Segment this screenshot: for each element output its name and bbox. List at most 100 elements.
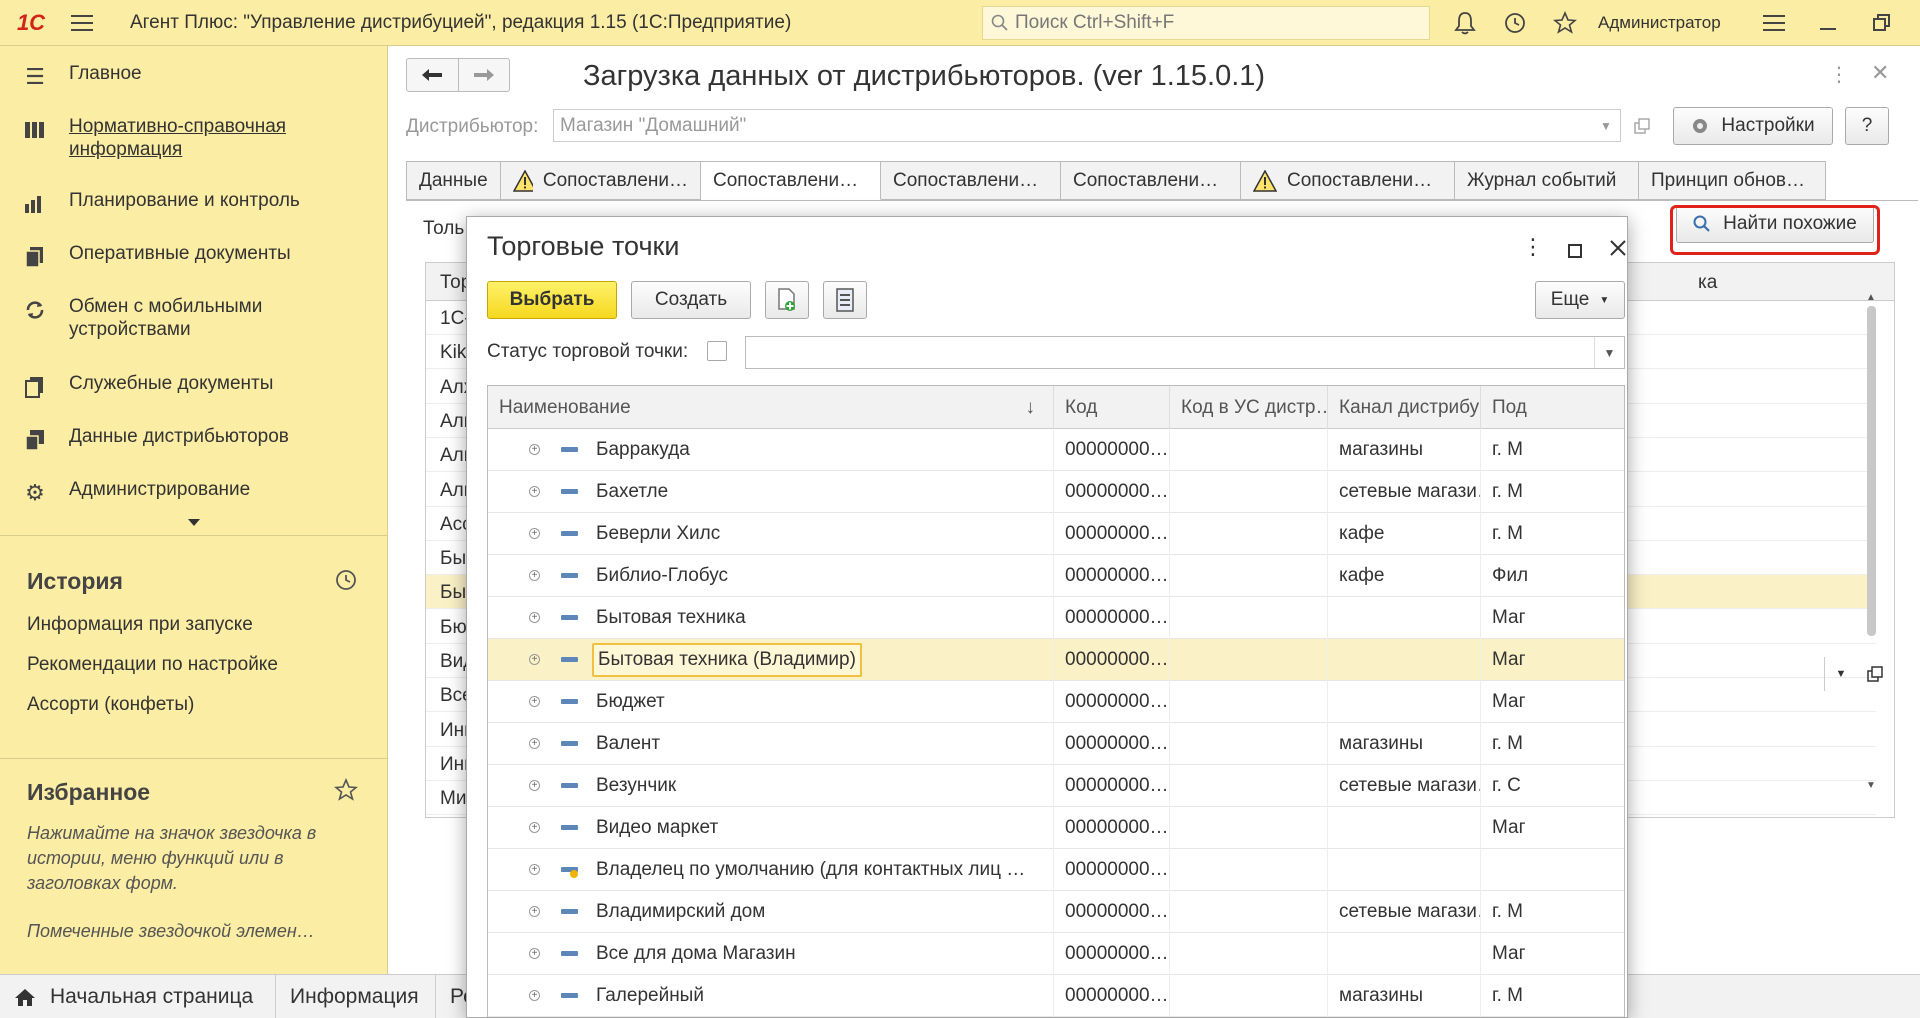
- minimize-button[interactable]: [1801, 0, 1855, 46]
- dropdown-arrow-icon[interactable]: ▼: [1594, 337, 1624, 368]
- table-row[interactable]: + Барракуда 00000000… магазины г. М: [488, 429, 1624, 471]
- expand-icon[interactable]: +: [529, 822, 540, 833]
- expand-icon[interactable]: +: [529, 444, 540, 455]
- expand-icon[interactable]: +: [529, 864, 540, 875]
- form-more-icon[interactable]: ⋮: [1829, 62, 1849, 87]
- table-row[interactable]: + Библио-Глобус 00000000… кафе Фил: [488, 555, 1624, 597]
- history-link[interactable]: Рекомендации по настройке: [27, 654, 278, 676]
- cell-sub: г. С: [1481, 765, 1624, 807]
- sidebar-item-distributor-data[interactable]: Данные дистрибьюторов: [0, 425, 289, 453]
- table-row[interactable]: + Владимирский дом 00000000… сетевые магази…: [488, 891, 1624, 933]
- main-menu-button[interactable]: [62, 0, 102, 46]
- table-row[interactable]: + Все для дома Магазин 00000000… Маг: [488, 933, 1624, 975]
- history-link[interactable]: Ассорти (конфеты): [27, 694, 194, 716]
- history-button[interactable]: [1490, 0, 1540, 46]
- col-header-sub[interactable]: Под: [1481, 386, 1624, 429]
- table-row[interactable]: + Бытовая техника 00000000… Маг: [488, 597, 1624, 639]
- cell-name: Библио-Глобус: [596, 565, 729, 586]
- tab-mapping-3[interactable]: Сопоставлени…: [881, 161, 1061, 200]
- scroll-down-icon[interactable]: ▼: [1859, 780, 1883, 791]
- back-button[interactable]: [407, 59, 458, 91]
- expand-icon[interactable]: +: [529, 780, 540, 791]
- help-button[interactable]: ?: [1845, 107, 1889, 145]
- expand-icon[interactable]: +: [529, 990, 540, 1001]
- sidebar-item-label: Нормативно-справочная информация: [69, 116, 287, 160]
- tab-mapping-5[interactable]: Сопоставлени…: [1241, 161, 1455, 200]
- table-row[interactable]: + Везунчик 00000000… сетевые магази… г. С: [488, 765, 1624, 807]
- distributor-field[interactable]: Магазин "Домашний" ▼: [553, 109, 1621, 142]
- dropdown-arrow-icon[interactable]: ▼: [1836, 668, 1847, 680]
- table-row[interactable]: + Беверли Хилс 00000000… кафе г. М: [488, 513, 1624, 555]
- sidebar-item-planning[interactable]: Планирование и контроль: [0, 189, 300, 217]
- tab-home-page[interactable]: Начальная страница: [0, 974, 276, 1018]
- expand-icon[interactable]: +: [529, 612, 540, 623]
- col-header-name[interactable]: Наименование ↓: [488, 386, 1054, 429]
- maximize-icon[interactable]: [1567, 239, 1583, 265]
- sidebar-item-operational[interactable]: Оперативные документы: [0, 242, 291, 270]
- table-row[interactable]: + Галерейный 00000000… магазины г. М: [488, 975, 1624, 1017]
- more-icon[interactable]: ⋮: [1522, 234, 1544, 260]
- sidebar-item-mobile-exchange[interactable]: Обмен с мобильными устройствами: [0, 295, 309, 341]
- status-filter-field[interactable]: ▼: [745, 336, 1625, 369]
- tab-data[interactable]: Данные: [406, 161, 501, 200]
- expand-icon[interactable]: +: [529, 486, 540, 497]
- table-row[interactable]: + Бытовая техника (Владимир) 00000000… Маг: [488, 639, 1624, 681]
- global-search-input[interactable]: Поиск Ctrl+Shift+F: [982, 6, 1430, 40]
- expand-icon[interactable]: +: [529, 654, 540, 665]
- create-copy-icon: [778, 288, 795, 311]
- scroll-up-icon[interactable]: ▲: [1859, 292, 1883, 303]
- table-row[interactable]: + Валент 00000000… магазины г. М: [488, 723, 1624, 765]
- close-window-button[interactable]: [1909, 0, 1920, 46]
- restore-button[interactable]: [1855, 0, 1909, 46]
- tab-mapping-1[interactable]: Сопоставлени…: [501, 161, 701, 200]
- cell-channel: [1328, 681, 1481, 723]
- tab-mapping-2[interactable]: Сопоставлени…: [701, 161, 881, 200]
- settings-menu-button[interactable]: [1747, 0, 1801, 46]
- table-row[interactable]: + Владелец по умолчанию (для контактных л…: [488, 849, 1624, 891]
- sidebar-item-service-docs[interactable]: Служебные документы: [0, 372, 273, 400]
- expand-icon[interactable]: +: [529, 906, 540, 917]
- notifications-button[interactable]: [1440, 0, 1490, 46]
- sidebar-more-button[interactable]: [0, 510, 388, 536]
- sidebar-item-reference[interactable]: Нормативно-справочная информация: [0, 115, 329, 161]
- status-filter-checkbox[interactable]: [707, 341, 727, 361]
- expand-icon[interactable]: +: [529, 738, 540, 749]
- form-close-icon[interactable]: ✕: [1871, 60, 1889, 86]
- table-row[interactable]: + Бюджет 00000000… Маг: [488, 681, 1624, 723]
- copy-button[interactable]: [765, 281, 809, 319]
- table-row[interactable]: + Видео маркет 00000000… Маг: [488, 807, 1624, 849]
- favorites-button[interactable]: [1540, 0, 1590, 46]
- history-clock-icon[interactable]: [334, 568, 358, 598]
- star-icon[interactable]: [333, 777, 359, 808]
- forward-button[interactable]: [457, 59, 509, 91]
- tab-update-principle[interactable]: Принцип обнов…: [1639, 161, 1826, 200]
- current-user[interactable]: Администратор: [1598, 13, 1721, 33]
- cell-sub: г. М: [1481, 891, 1624, 933]
- tab-mapping-4[interactable]: Сопоставлени…: [1061, 161, 1241, 200]
- expand-icon[interactable]: +: [529, 696, 540, 707]
- settings-button[interactable]: Настройки: [1673, 107, 1833, 145]
- col-header-us-code[interactable]: Код в УС дистр…: [1170, 386, 1328, 429]
- more-actions-button[interactable]: Еще ▼: [1535, 281, 1625, 319]
- col-header-channel[interactable]: Канал дистрибу…: [1328, 386, 1481, 429]
- col-header-code[interactable]: Код: [1054, 386, 1170, 429]
- tab-information[interactable]: Информация: [276, 974, 436, 1018]
- select-button[interactable]: Выбрать: [487, 281, 617, 319]
- close-icon[interactable]: [1609, 237, 1627, 263]
- dropdown-arrow-icon[interactable]: ▼: [1592, 110, 1620, 141]
- expand-icon[interactable]: +: [529, 948, 540, 959]
- list-settings-button[interactable]: [823, 281, 867, 319]
- table-row[interactable]: + Бахетле 00000000… сетевые магази… г. М: [488, 471, 1624, 513]
- sidebar-item-main[interactable]: ☰ Главное: [0, 62, 141, 90]
- expand-icon[interactable]: +: [529, 570, 540, 581]
- scrollbar[interactable]: ▲ ▼: [1859, 292, 1883, 816]
- expand-icon[interactable]: +: [529, 528, 540, 539]
- create-button[interactable]: Создать: [631, 281, 751, 319]
- tab-event-log[interactable]: Журнал событий: [1455, 161, 1639, 200]
- chevron-down-icon: ▼: [1599, 294, 1610, 306]
- open-icon[interactable]: [1625, 110, 1659, 141]
- scrollbar-thumb[interactable]: [1867, 306, 1876, 636]
- cell-code: 00000000…: [1054, 975, 1170, 1017]
- history-link[interactable]: Информация при запуске: [27, 614, 253, 636]
- sidebar-item-admin[interactable]: ⚙ Администрирование: [0, 478, 250, 506]
